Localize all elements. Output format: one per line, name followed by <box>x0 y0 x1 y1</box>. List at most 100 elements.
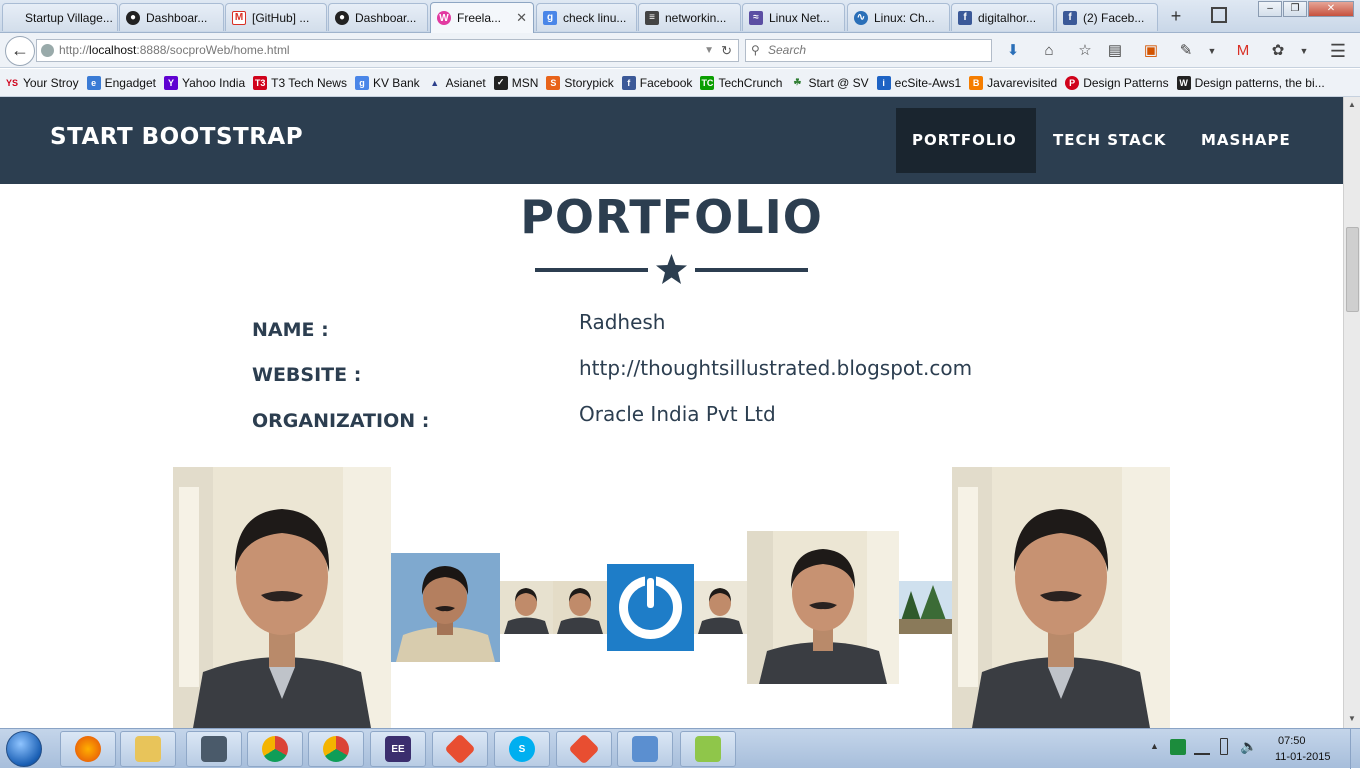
browser-tab[interactable]: ● Dashboar... <box>328 3 428 31</box>
nav-link-mashape[interactable]: MASHAPE <box>1185 108 1307 173</box>
landscape-trees[interactable] <box>899 581 952 634</box>
bookmark-item[interactable]: Y Yahoo India <box>163 75 245 90</box>
browser-tab[interactable]: f (2) Faceb... <box>1056 3 1158 31</box>
browser-tab-active[interactable]: W Freela... ✕ <box>430 2 534 33</box>
show-hidden-icons-icon[interactable]: ▲ <box>1150 741 1159 751</box>
browser-tab[interactable]: Startup Village... <box>2 3 118 31</box>
taskbar-app-java-ee-ide[interactable]: EE <box>370 731 426 767</box>
browser-tab[interactable]: ● Dashboar... <box>119 3 224 31</box>
battery-icon[interactable] <box>1220 738 1228 755</box>
bookmark-item[interactable]: i ecSite-Aws1 <box>876 75 961 90</box>
yahoo-icon: Y <box>163 75 178 90</box>
reading-list-icon[interactable]: ▤ <box>1105 41 1125 61</box>
scrollbar-thumb[interactable] <box>1346 227 1359 312</box>
bookmark-item[interactable]: B Javarevisited <box>969 75 1057 90</box>
bookmarks-toolbar: YS Your Stroy e Engadget Y Yahoo India T3 T3… <box>0 69 1360 97</box>
tab-label: Dashboar... <box>146 10 208 25</box>
taskbar-app-firefox[interactable] <box>60 731 116 767</box>
gmail-icon: M <box>232 10 246 25</box>
menu-icon[interactable]: ☰ <box>1328 41 1348 61</box>
bookmark-item[interactable]: ✓ MSN <box>493 75 538 90</box>
bookmark-item[interactable]: f Facebook <box>621 75 693 90</box>
dropdown-arrow-icon[interactable]: ▼ <box>1294 41 1314 61</box>
maximize-icon[interactable]: ❐ <box>1283 1 1307 17</box>
tab-label: Linux: Ch... <box>874 10 935 25</box>
gmail-notifier-icon[interactable]: M <box>1233 41 1253 61</box>
profile-photo-small[interactable] <box>553 581 607 634</box>
site-brand[interactable]: START BOOTSTRAP <box>50 124 303 150</box>
profile-photo-large[interactable] <box>952 467 1170 728</box>
taskbar-app-chrome[interactable] <box>308 731 364 767</box>
browser-tab[interactable]: M [GitHub] ... <box>225 3 327 31</box>
bookmark-item[interactable]: W Design patterns, the bi... <box>1176 75 1325 90</box>
home-icon[interactable]: ⌂ <box>1039 41 1059 61</box>
clock-time[interactable]: 07:50 <box>1278 735 1306 747</box>
profile-photo-beige-shirt[interactable] <box>391 553 500 662</box>
search-icon: ⚲ <box>751 43 760 57</box>
scroll-up-arrow-icon[interactable]: ▲ <box>1346 99 1358 111</box>
clock-date[interactable]: 11-01-2015 <box>1275 751 1330 763</box>
bookmark-item[interactable]: ▲ Asianet <box>428 76 486 90</box>
power-logo[interactable] <box>607 564 694 651</box>
nav-link-portfolio[interactable]: PORTFOLIO <box>896 108 1036 173</box>
addon-icon[interactable]: ▣ <box>1141 41 1161 61</box>
taskbar-app-git[interactable] <box>556 731 612 767</box>
tab-groups-icon[interactable] <box>1211 7 1227 23</box>
profile-photo-medium[interactable] <box>747 531 899 684</box>
tray-app-icon[interactable] <box>1170 739 1186 755</box>
bookmark-item[interactable]: TC TechCrunch <box>700 75 782 90</box>
scroll-down-arrow-icon[interactable]: ▼ <box>1346 713 1358 725</box>
facebook-icon: f <box>621 75 636 90</box>
developer-tools-icon[interactable]: ✎ <box>1176 41 1196 61</box>
bookmark-item[interactable]: ☘ Start @ SV <box>790 76 868 90</box>
asianet-icon: ▲ <box>430 77 440 88</box>
bookmark-star-icon[interactable]: ☆ <box>1075 41 1095 61</box>
wikipedia-icon: W <box>1176 75 1191 90</box>
bookmark-item[interactable]: T3 T3 Tech News <box>253 75 347 90</box>
browser-tab[interactable]: g check linu... <box>536 3 637 31</box>
browser-tab[interactable]: f digitalhor... <box>951 3 1054 31</box>
vertical-scrollbar[interactable]: ▲ ▼ <box>1343 97 1360 728</box>
download-icon[interactable]: ⬇ <box>1003 41 1023 61</box>
network-signal-icon[interactable] <box>1194 739 1210 755</box>
taskbar-app-skype[interactable]: S <box>494 731 550 767</box>
browser-tab[interactable]: ∿ Linux: Ch... <box>847 3 950 31</box>
taskbar-app-git[interactable] <box>432 731 488 767</box>
bookmark-item[interactable]: P Design Patterns <box>1065 75 1169 90</box>
profile-photo-large[interactable] <box>173 467 391 728</box>
bookmark-item[interactable]: S Storypick <box>546 75 614 90</box>
bookmark-item[interactable]: g KV Bank <box>354 75 420 90</box>
dropdown-arrow-icon[interactable]: ▼ <box>1202 41 1222 61</box>
nav-link-tech-stack[interactable]: TECH STACK <box>1037 108 1182 173</box>
close-tab-icon[interactable]: ✕ <box>516 10 527 26</box>
extension-icon[interactable]: ✿ <box>1268 41 1288 61</box>
bookmark-item[interactable]: YS Your Stroy <box>5 76 79 90</box>
reload-icon[interactable]: ↻ <box>721 40 732 61</box>
stack-icon: ≡ <box>645 10 659 25</box>
start-button-icon[interactable] <box>6 731 42 767</box>
bookmark-label: Facebook <box>639 75 693 90</box>
taskbar-app-explorer[interactable] <box>120 731 176 767</box>
back-arrow-icon[interactable]: ← <box>5 36 35 66</box>
dropdown-arrow-icon[interactable]: ▼ <box>704 40 714 61</box>
tab-label: networkin... <box>665 10 727 25</box>
volume-icon[interactable]: 🔈 <box>1240 738 1257 755</box>
address-bar[interactable]: http://localhost:8888/socproWeb/home.htm… <box>36 39 739 62</box>
browser-tab[interactable]: ≈ Linux Net... <box>742 3 845 31</box>
close-window-icon[interactable]: ✕ <box>1308 1 1354 17</box>
profile-photo-small[interactable] <box>500 581 553 634</box>
taskbar-app-control-panel[interactable] <box>617 731 673 767</box>
tab-label: digitalhor... <box>978 10 1037 25</box>
browser-tab[interactable]: ≡ networkin... <box>638 3 741 31</box>
search-input[interactable]: ⚲ Search <box>745 39 992 62</box>
profile-photo-small[interactable] <box>694 581 747 634</box>
bookmark-item[interactable]: e Engadget <box>86 75 156 90</box>
taskbar-app-chrome[interactable] <box>247 731 303 767</box>
minimize-icon[interactable]: – <box>1258 1 1282 17</box>
taskbar-app-notepad[interactable] <box>680 731 736 767</box>
profile-value-website[interactable]: http://thoughtsillustrated.blogspot.com <box>579 356 972 380</box>
taskbar-app-network-monitor[interactable] <box>186 731 242 767</box>
show-desktop-button[interactable] <box>1350 729 1360 769</box>
globe-icon <box>41 44 54 57</box>
new-tab-icon[interactable]: + <box>1166 6 1186 26</box>
